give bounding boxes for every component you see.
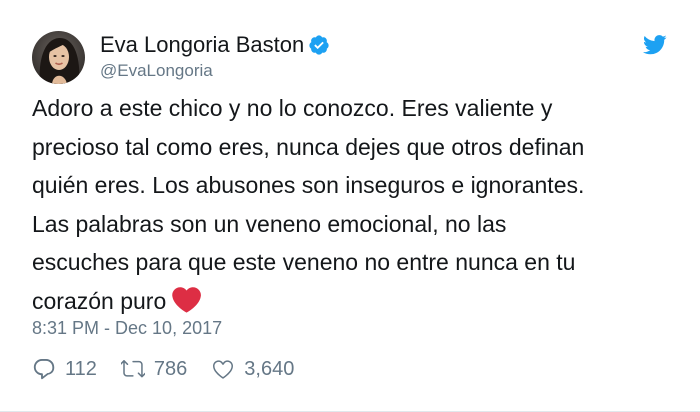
like-icon [213,360,234,379]
reply-icon [33,359,55,380]
avatar[interactable] [32,31,85,84]
tweet-text: Adoro a este chico y no lo conozco. Eres… [32,89,682,321]
tweet-line: corazón puro [32,287,167,314]
retweet-button[interactable]: 786 [120,357,188,381]
retweet-icon [120,360,145,378]
user-name[interactable]: Eva Longoria Baston [100,31,330,59]
reply-button[interactable]: 112 [32,357,97,381]
red-heart-emoji-icon [172,287,202,313]
tweet-line: Las palabras son un veneno emocional, no… [32,210,507,237]
tweet-line: escuches para que este veneno no entre n… [32,249,576,276]
tweet-card: Eva Longoria Baston @EvaLongoria Adoro a… [0,0,700,412]
tweet-line: Adoro a este chico y no lo conozco. Eres… [32,95,553,121]
user-handle[interactable]: @EvaLongoria [100,61,213,81]
tweet-actions: 112 786 3,640 [32,355,318,383]
tweet-line: precioso tal como eres, nunca dejes que … [32,133,585,160]
tweet-line: quién eres. Los abusones son inseguros e… [32,172,585,199]
avatar-image [32,31,85,84]
like-button[interactable]: 3,640 [211,357,294,381]
verified-badge-icon [309,35,329,55]
twitter-bird-icon[interactable] [643,35,667,55]
reply-count: 112 [65,357,97,380]
tweet-timestamp[interactable]: 8:31 PM - Dec 10, 2017 [32,317,222,339]
user-name-text: Eva Longoria Baston [100,32,305,57]
like-count: 3,640 [244,357,295,380]
retweet-count: 786 [153,357,188,380]
